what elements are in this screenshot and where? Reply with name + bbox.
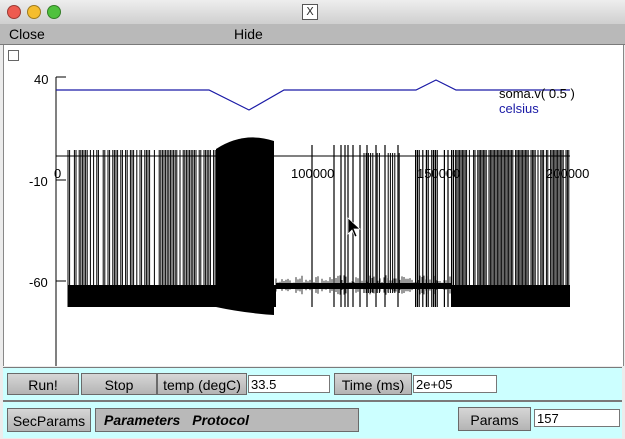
protocol-label[interactable]: Protocol (192, 412, 249, 428)
temp-field[interactable]: 33.5 (248, 375, 330, 393)
close-window-icon[interactable] (7, 5, 21, 19)
temp-button[interactable]: temp (degC) (157, 373, 247, 395)
parameters-label[interactable]: Parameters (104, 412, 180, 428)
params-panel: SecParams Parameters Protocol Params 157 (3, 400, 622, 438)
mouse-cursor-icon (347, 217, 361, 238)
app-window: X Close Hide 40 -10 -60 0 100000 150000 … (0, 0, 625, 439)
zoom-window-icon[interactable] (47, 5, 61, 19)
voltage-plot: 40 -10 -60 0 100000 150000 200000 soma.v… (29, 72, 589, 366)
menu-hide[interactable]: Hide (234, 26, 263, 42)
secparams-button[interactable]: SecParams (7, 408, 91, 432)
menu-close[interactable]: Close (9, 26, 45, 42)
x11-icon: X (302, 4, 318, 20)
minimize-window-icon[interactable] (27, 5, 41, 19)
y-tick-label-minus10: -10 (29, 174, 48, 189)
params-field[interactable]: 157 (534, 409, 620, 427)
x-tick-label-100000: 100000 (291, 166, 334, 181)
menu-bar: Close Hide (0, 24, 625, 45)
stop-button[interactable]: Stop (81, 373, 157, 395)
graph-panel[interactable]: 40 -10 -60 0 100000 150000 200000 soma.v… (3, 45, 624, 366)
y-tick-label-40: 40 (34, 72, 48, 87)
voltage-trace (67, 137, 570, 315)
time-field[interactable]: 2e+05 (413, 375, 497, 393)
legend-voltage: soma.v( 0.5 ) (499, 86, 575, 101)
control-panel: Run! Stop temp (degC) 33.5 Time (ms) 2e+… (3, 367, 622, 400)
run-button[interactable]: Run! (7, 373, 79, 395)
celsius-trace (56, 79, 570, 111)
legend-celsius: celsius (499, 101, 539, 116)
y-tick-label-minus60: -60 (29, 275, 48, 290)
x-tick-label-0: 0 (54, 166, 61, 181)
params-button[interactable]: Params (458, 407, 531, 431)
title-bar: X (0, 0, 625, 25)
time-button[interactable]: Time (ms) (334, 373, 412, 395)
parameters-protocol-bar: Parameters Protocol (95, 408, 359, 432)
